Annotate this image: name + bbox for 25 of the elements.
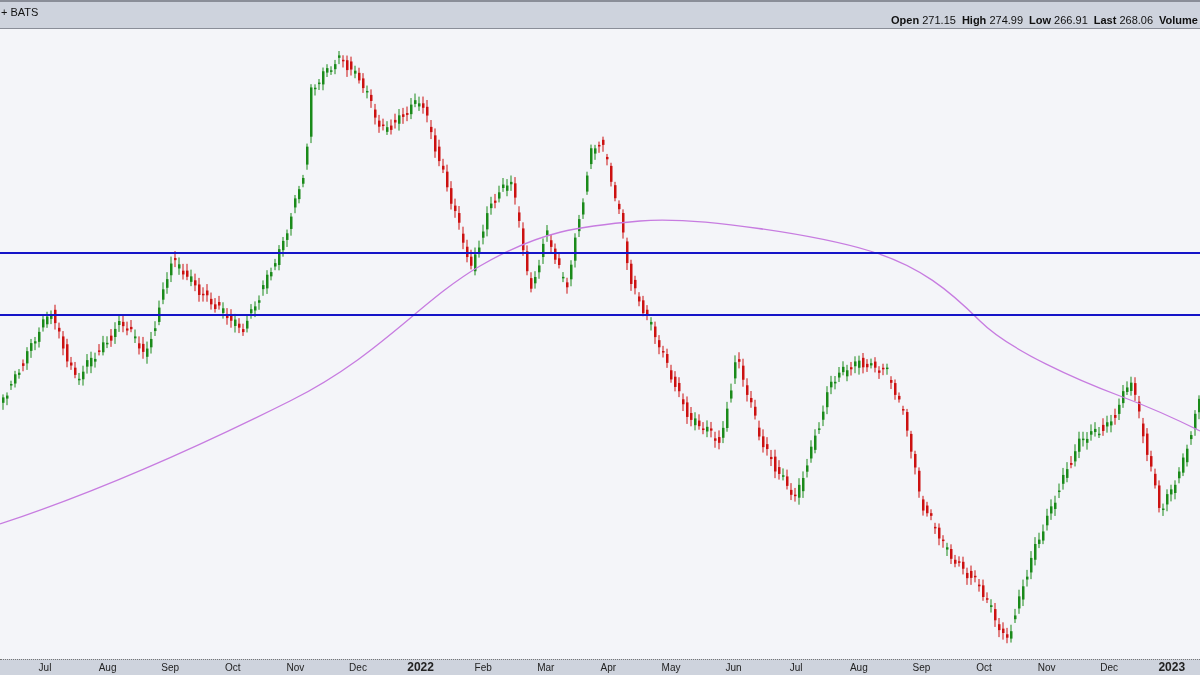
- axis-label: Dec: [1100, 662, 1119, 673]
- axis-label: May: [661, 662, 681, 673]
- quote-value: Open 271.15: [891, 14, 956, 26]
- quote-value: Last 268.06: [1093, 14, 1154, 26]
- axis-label: Apr: [600, 662, 617, 673]
- quote-value: Volume: [1159, 14, 1198, 26]
- symbol-label: + BATS: [0, 5, 39, 18]
- axis-label: Jul: [38, 662, 52, 673]
- axis-label: 2023: [1158, 660, 1186, 674]
- axis-label: Jul: [789, 662, 803, 673]
- axis-label: Mar: [537, 662, 555, 673]
- axis-label: Sep: [912, 662, 931, 673]
- axis-label: Oct: [225, 662, 241, 673]
- axis-label: Feb: [474, 662, 492, 673]
- axis-label: Jun: [725, 662, 742, 673]
- axis-label: Sep: [161, 662, 180, 673]
- axis-label: 2022: [407, 660, 434, 674]
- axis-label: Nov: [286, 662, 305, 673]
- axis-label: Nov: [1037, 662, 1056, 673]
- axis-label: Aug: [849, 662, 868, 673]
- axis-label: Oct: [976, 662, 992, 673]
- quote-value: Low 266.91: [1029, 14, 1088, 26]
- axis-label: Aug: [98, 662, 117, 673]
- axis-label: Dec: [349, 662, 367, 673]
- quote-value: High 274.99: [961, 14, 1024, 26]
